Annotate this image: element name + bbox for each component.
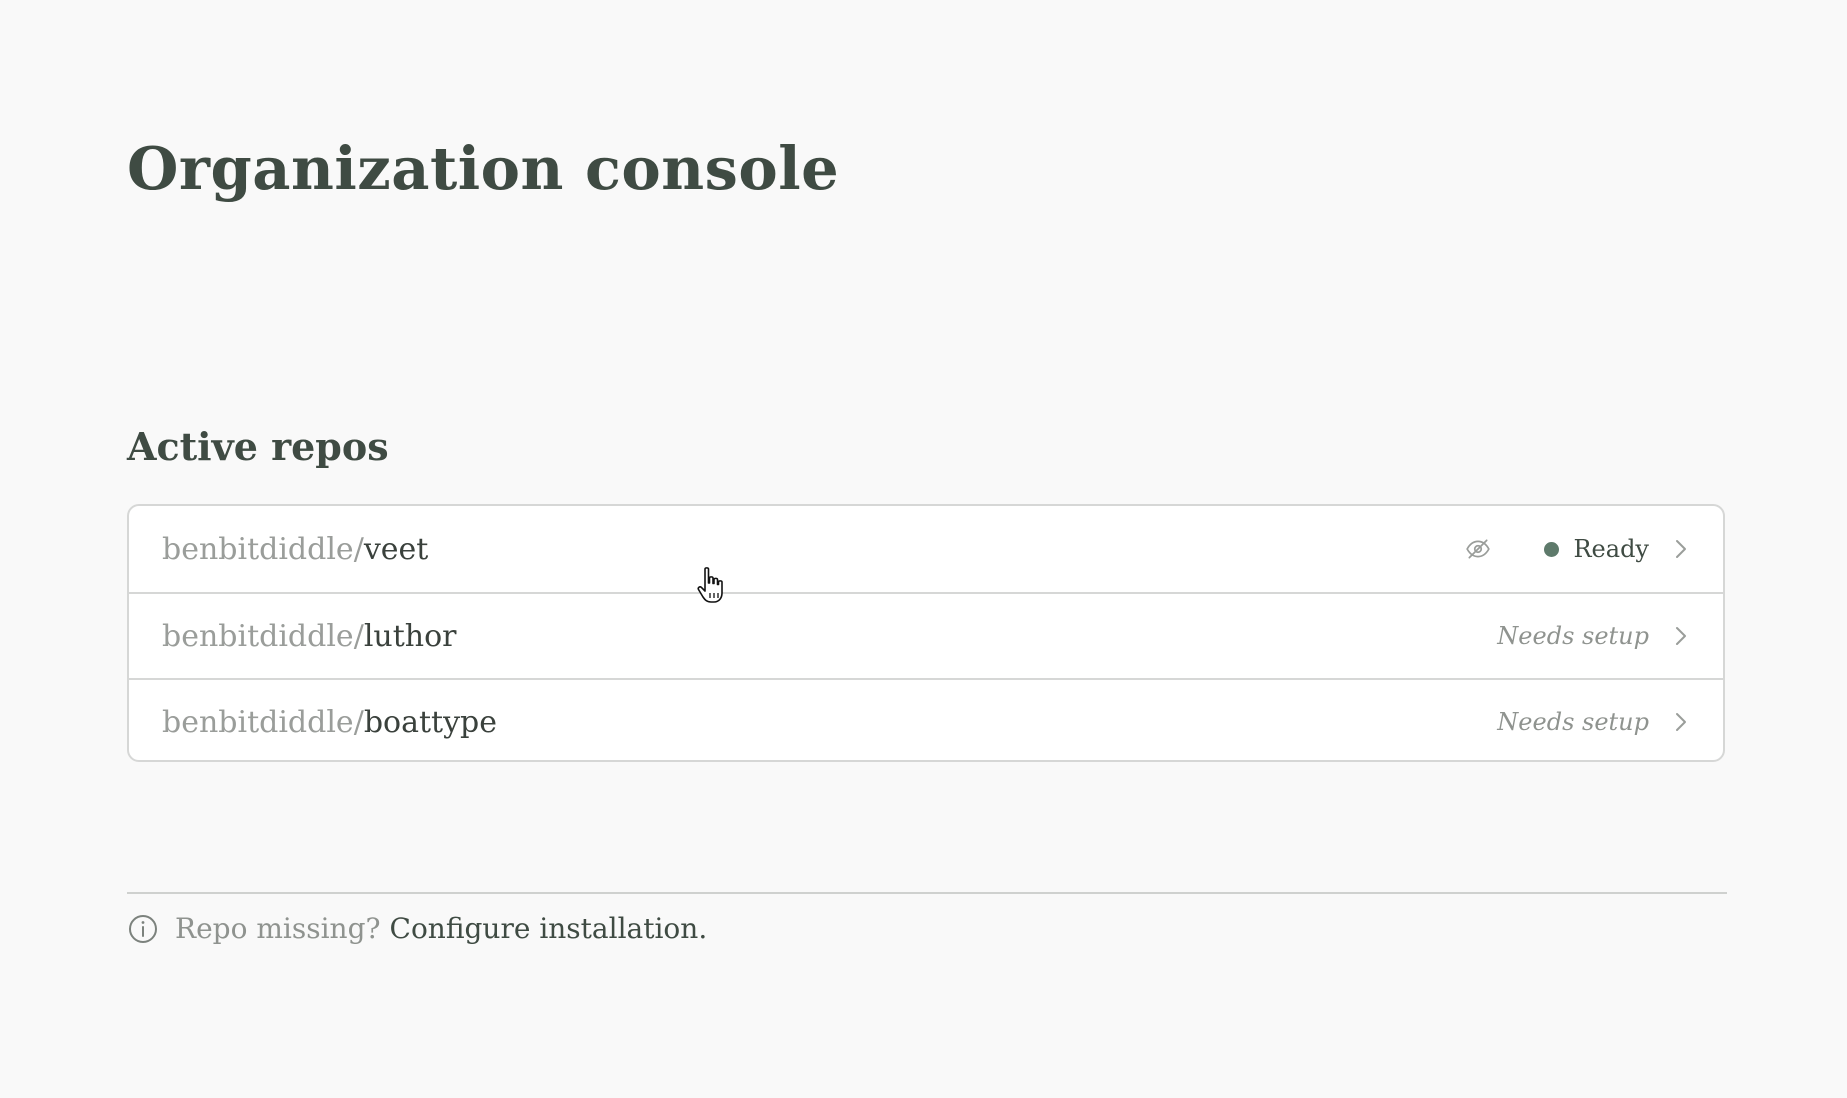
chevron-right-icon: [1671, 710, 1691, 734]
repo-owner: benbitdiddle: [162, 704, 354, 740]
page-title: Organization console: [127, 134, 840, 203]
chevron-right-icon: [1671, 624, 1691, 648]
repo-name: veet: [363, 531, 429, 567]
status-ready-dot: [1544, 541, 1560, 557]
status-label: Needs setup: [1497, 708, 1649, 736]
info-icon: [127, 913, 159, 945]
repo-row-veet[interactable]: benbitdiddle/veet Ready: [129, 506, 1723, 592]
repo-row-status-area: Needs setup: [1497, 708, 1691, 736]
active-repos-heading: Active repos: [127, 424, 389, 469]
repo-missing-question: Repo missing?: [175, 912, 381, 945]
footer-divider: [127, 892, 1727, 894]
configure-installation-link[interactable]: Configure installation.: [390, 912, 708, 945]
repo-row-status-area: Needs setup: [1497, 622, 1691, 650]
repo-full-name: benbitdiddle/luthor: [162, 619, 1497, 654]
repo-full-name: benbitdiddle/veet: [162, 532, 1464, 567]
repo-owner: benbitdiddle: [162, 618, 354, 654]
repo-name: luthor: [363, 618, 457, 654]
hand-pointer-cursor: [696, 566, 730, 606]
repo-row-boattype[interactable]: benbitdiddle/boattype Needs setup: [129, 678, 1723, 760]
status-label: Ready: [1573, 535, 1649, 563]
status-label: Needs setup: [1497, 622, 1649, 650]
repo-full-name: benbitdiddle/boattype: [162, 705, 1497, 740]
repo-separator: /: [353, 531, 364, 567]
chevron-right-icon: [1671, 537, 1691, 561]
organization-console-page: Organization console Active repos benbit…: [0, 0, 1847, 1098]
repo-missing-note: Repo missing? Configure installation.: [127, 912, 707, 945]
eye-off-icon[interactable]: [1464, 535, 1492, 563]
repo-list: benbitdiddle/veet Ready benbitdiddle/lut…: [127, 504, 1725, 762]
repo-separator: /: [353, 704, 364, 740]
repo-name: boattype: [363, 704, 497, 740]
repo-row-status-area: Ready: [1464, 535, 1691, 563]
repo-owner: benbitdiddle: [162, 531, 354, 567]
repo-separator: /: [353, 618, 364, 654]
repo-row-luthor[interactable]: benbitdiddle/luthor Needs setup: [129, 592, 1723, 678]
